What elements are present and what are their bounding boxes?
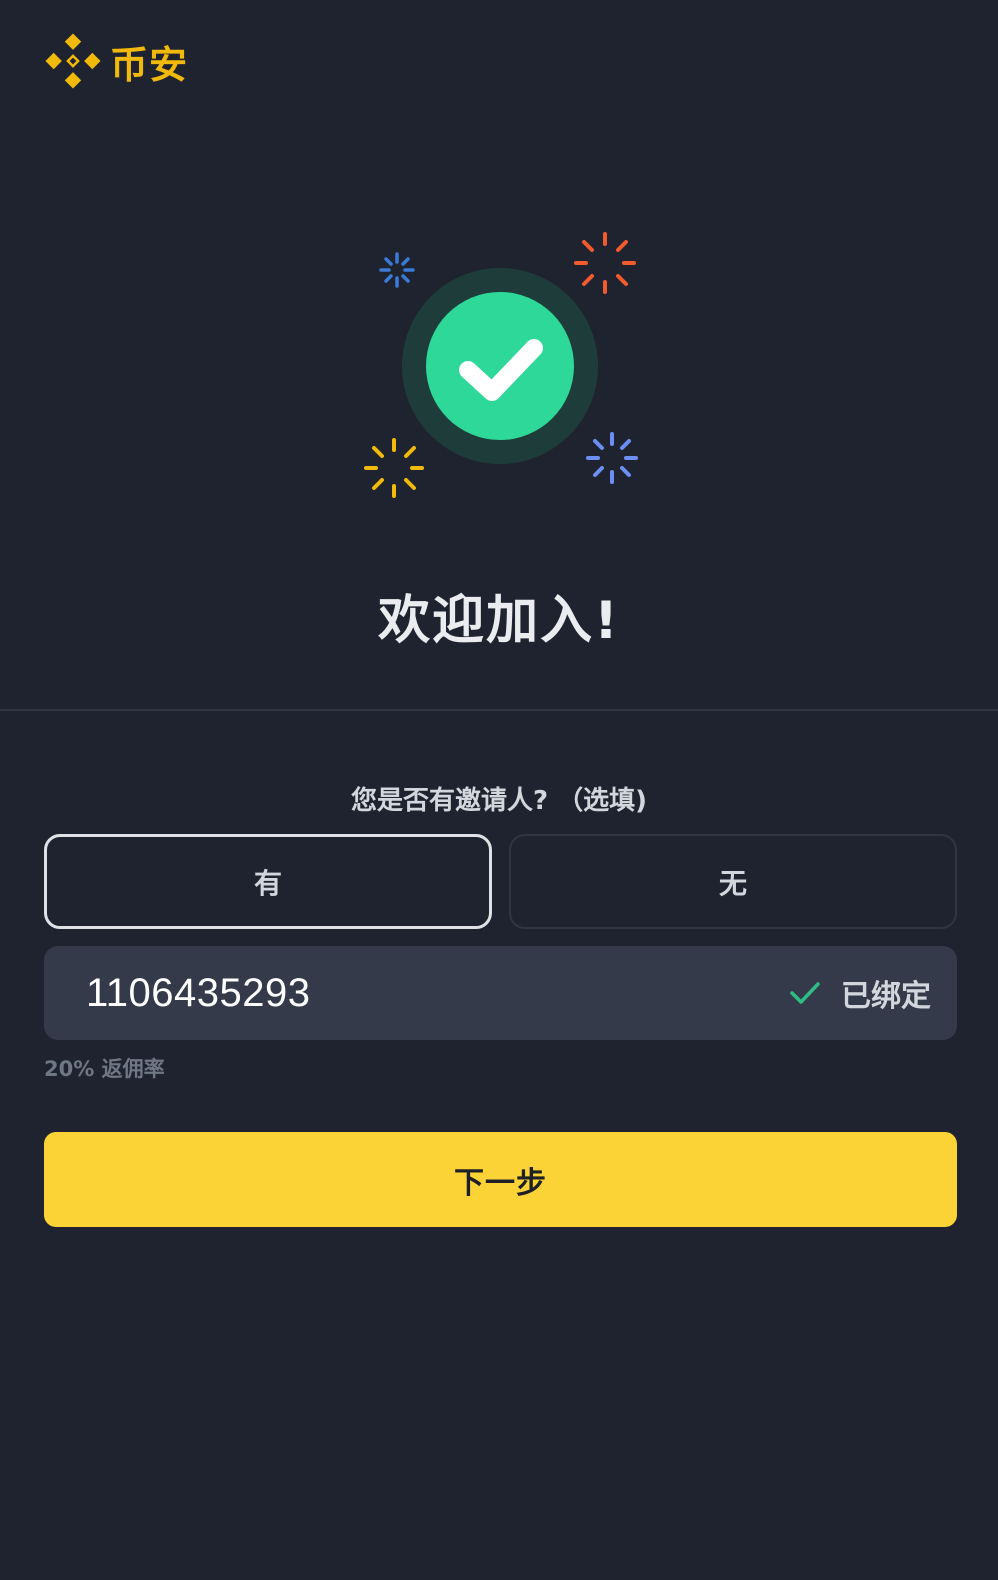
rebate-rate: 20% 返佣率 (44, 1057, 165, 1081)
referral-id-value: 1106435293 (86, 970, 311, 1015)
referrer-no-label: 无 (718, 866, 747, 900)
header: 币安 (44, 32, 188, 90)
next-step-button[interactable]: 下一步 (44, 1132, 957, 1227)
sparkle-icon (574, 232, 636, 294)
sparkle-icon (364, 438, 424, 498)
next-step-label: 下一步 (454, 1165, 547, 1201)
check-icon (790, 982, 820, 1004)
brand-name: 币安 (110, 42, 189, 87)
success-illustration (0, 220, 998, 520)
success-check-icon (426, 292, 574, 440)
referral-id-field[interactable]: 1106435293 已绑定 (44, 946, 957, 1040)
bound-status-label: 已绑定 (841, 979, 931, 1014)
divider (0, 709, 998, 711)
bound-status: 已绑定 (789, 971, 931, 1015)
sparkle-icon (379, 252, 415, 288)
referrer-yes-label: 有 (253, 866, 282, 900)
binance-logo-icon (45, 33, 101, 89)
referrer-no-button[interactable]: 无 (509, 834, 957, 929)
referrer-yes-button[interactable]: 有 (44, 834, 492, 929)
welcome-title: 欢迎加入! (378, 591, 620, 651)
referral-question: 您是否有邀请人? （选填) (350, 786, 648, 816)
sparkle-icon (586, 432, 638, 484)
